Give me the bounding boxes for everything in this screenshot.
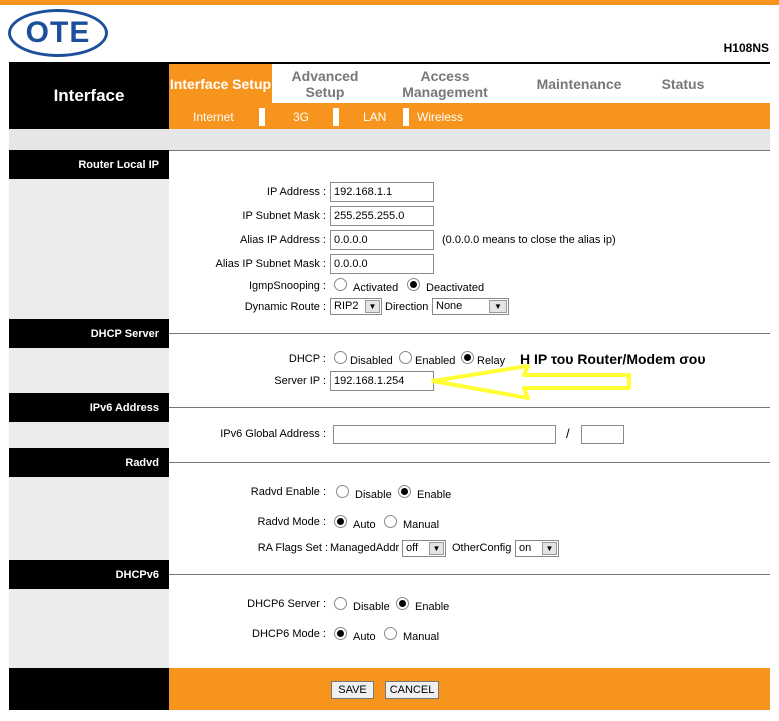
- chevron-down-icon: ▼: [429, 542, 444, 555]
- radvd-mode-label: Radvd Mode :: [257, 516, 326, 528]
- dhcp6-disable-radio[interactable]: [334, 597, 347, 610]
- dynamic-route-select[interactable]: RIP2 ▼: [330, 298, 382, 315]
- logo-text: OTE: [25, 16, 91, 49]
- divider: [169, 407, 770, 408]
- managed-addr-select[interactable]: off ▼: [402, 540, 446, 557]
- alias-mask-input[interactable]: 0.0.0.0: [330, 254, 434, 274]
- igmp-activated-label: Activated: [353, 282, 399, 294]
- direction-label: Direction: [385, 301, 429, 313]
- section-ipv6-address: IPv6 Address: [9, 393, 169, 422]
- section-dhcp-server: DHCP Server: [9, 319, 169, 348]
- annotation-arrow-icon: [431, 364, 631, 400]
- dhcp-relay-radio[interactable]: [461, 351, 474, 364]
- alias-note: (0.0.0.0 means to close the alias ip): [442, 234, 616, 246]
- dhcp6-enable-label: Enable: [415, 601, 450, 613]
- dhcp-disabled-radio[interactable]: [334, 351, 347, 364]
- tab-status[interactable]: Status: [640, 64, 726, 103]
- save-button[interactable]: SAVE: [331, 681, 374, 699]
- ipv6-prefix-input[interactable]: [581, 425, 624, 444]
- radvd-enable-radio[interactable]: [398, 485, 411, 498]
- radvd-manual-radio[interactable]: [384, 515, 397, 528]
- section-title: Interface: [9, 62, 169, 129]
- alias-mask-label: Alias IP Subnet Mask :: [215, 258, 326, 270]
- divider: [169, 462, 770, 463]
- prefix-separator: /: [566, 426, 570, 441]
- radvd-enable-label: Radvd Enable :: [250, 486, 326, 498]
- radvd-auto-radio[interactable]: [334, 515, 347, 528]
- server-ip-input[interactable]: 192.168.1.254: [330, 371, 434, 391]
- tab-access-management[interactable]: Access Management: [390, 64, 500, 103]
- dhcp6-enable-radio[interactable]: [396, 597, 409, 610]
- subtab-lan[interactable]: LAN: [333, 108, 403, 126]
- section-router-local-ip: Router Local IP: [9, 150, 169, 179]
- subtab-3g-label: 3G: [293, 110, 310, 124]
- dhcp6-auto-label: Auto: [353, 631, 376, 643]
- dhcp6-disable-label: Disable: [353, 601, 390, 613]
- dhcp-enabled-radio[interactable]: [399, 351, 412, 364]
- radvd-manual-label: Manual: [403, 519, 440, 531]
- alias-ip-label: Alias IP Address :: [239, 234, 326, 246]
- igmp-deactivated-label: Deactivated: [426, 282, 485, 294]
- subtab-internet[interactable]: Internet: [185, 108, 234, 126]
- model-name: H108NS: [723, 41, 769, 55]
- dhcp6-manual-label: Manual: [403, 631, 440, 643]
- managed-addr-label: ManagedAddr: [330, 542, 400, 554]
- top-accent-bar: [0, 0, 779, 5]
- tab-maintenance[interactable]: Maintenance: [528, 64, 630, 103]
- dhcp6-server-label: DHCP6 Server :: [247, 598, 326, 610]
- subnet-mask-input[interactable]: 255.255.255.0: [330, 206, 434, 226]
- dhcp6-mode-label: DHCP6 Mode :: [252, 628, 326, 640]
- cancel-button[interactable]: CANCEL: [385, 681, 439, 699]
- section-radvd: Radvd: [9, 448, 169, 477]
- direction-value: None: [436, 300, 463, 312]
- radvd-auto-label: Auto: [353, 519, 376, 531]
- subtab-3g[interactable]: 3G: [259, 108, 343, 126]
- subtab-wireless[interactable]: Wireless: [403, 108, 463, 126]
- other-config-value: on: [519, 542, 532, 554]
- tab-advanced-setup[interactable]: Advanced Setup: [272, 64, 378, 103]
- ipv6-global-input[interactable]: [333, 425, 556, 444]
- tab-interface-setup[interactable]: Interface Setup: [169, 64, 272, 103]
- alias-ip-input[interactable]: 0.0.0.0: [330, 230, 434, 250]
- ote-logo: OTE: [8, 9, 108, 57]
- dhcp6-manual-radio[interactable]: [384, 627, 397, 640]
- chevron-down-icon: ▼: [542, 542, 557, 555]
- ipv6-global-label: IPv6 Global Address :: [220, 428, 326, 440]
- igmp-activated-radio[interactable]: [334, 278, 347, 291]
- igmp-label: IgmpSnooping :: [248, 280, 326, 292]
- subnet-mask-label: IP Subnet Mask :: [242, 210, 326, 222]
- divider: [169, 574, 770, 575]
- radvd-enable-opt-label: Enable: [417, 489, 452, 501]
- ip-address-label: IP Address :: [266, 186, 326, 198]
- subtab-lan-label: LAN: [363, 110, 387, 124]
- direction-select[interactable]: None ▼: [432, 298, 509, 315]
- divider: [169, 333, 770, 334]
- radvd-disable-radio[interactable]: [336, 485, 349, 498]
- other-config-select[interactable]: on ▼: [515, 540, 559, 557]
- igmp-deactivated-radio[interactable]: [407, 278, 420, 291]
- footer-left-block: [9, 668, 169, 710]
- section-dhcpv6: DHCPv6: [9, 560, 169, 589]
- dynamic-route-label: Dynamic Route :: [244, 301, 326, 313]
- dynamic-route-value: RIP2: [334, 300, 359, 312]
- chevron-down-icon: ▼: [365, 300, 380, 313]
- other-config-label: OtherConfig: [452, 542, 512, 554]
- chevron-down-icon: ▼: [489, 300, 507, 313]
- dhcp-mode-label: DHCP :: [288, 353, 326, 365]
- ra-flags-label: RA Flags Set :: [257, 542, 328, 554]
- grey-strip: [9, 129, 770, 150]
- dhcp-disabled-label: Disabled: [350, 355, 393, 367]
- dhcp6-auto-radio[interactable]: [334, 627, 347, 640]
- server-ip-label: Server IP :: [274, 375, 326, 387]
- ip-address-input[interactable]: 192.168.1.1: [330, 182, 434, 202]
- button-bar: [169, 668, 770, 710]
- radvd-disable-label: Disable: [355, 489, 392, 501]
- divider: [169, 150, 770, 151]
- managed-addr-value: off: [406, 542, 419, 554]
